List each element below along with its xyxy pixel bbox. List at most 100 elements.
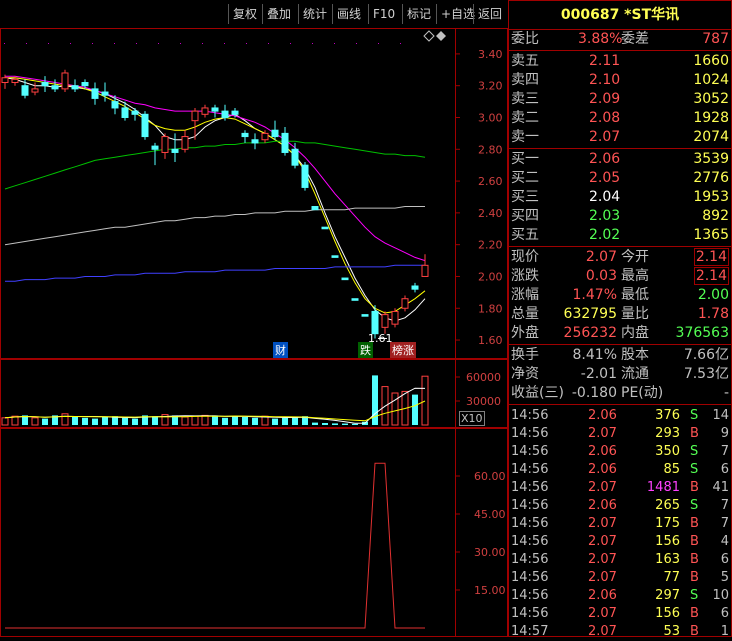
stat-value: 2.14 <box>693 267 729 285</box>
indicator-tick-label: 15.00 <box>474 584 506 597</box>
tick-price: 2.06 <box>588 408 617 423</box>
volume-bar <box>222 417 228 425</box>
ma-line-3 <box>4 140 426 190</box>
bid-price: 2.04 <box>589 189 621 205</box>
stat-label: 最高 <box>621 268 649 284</box>
grid-dot <box>224 43 225 44</box>
volume-bar <box>232 416 238 425</box>
stat-row: 涨幅 1.47% 最低 2.00 <box>508 286 732 305</box>
tick-row: 14:56 2.07 1481 B 41 <box>508 479 732 497</box>
ask-price: 2.10 <box>589 72 621 88</box>
tick-side: B <box>690 552 699 567</box>
tick-price: 2.07 <box>588 570 617 585</box>
tick-side: B <box>690 570 699 585</box>
y-tick-label: 2.60 <box>478 175 503 188</box>
divider <box>508 344 732 345</box>
tick-side: B <box>690 516 699 531</box>
tick-price: 2.06 <box>588 498 617 513</box>
volume-bar <box>212 415 218 425</box>
y-tick-label: 3.20 <box>478 80 503 93</box>
tick-volume: 376 <box>655 408 680 423</box>
tag-die[interactable]: 跌 <box>358 342 373 358</box>
volume-bar <box>61 413 69 426</box>
tick-price: 2.06 <box>588 588 617 603</box>
tick-side: S <box>690 462 699 477</box>
tick-time: 14:56 <box>511 408 549 423</box>
bid-label: 买四 <box>511 208 539 224</box>
ma-line-2 <box>5 75 426 262</box>
volume-tick-label: 60000 <box>466 371 501 384</box>
bid-row[interactable]: 买三 2.04 1953 <box>508 188 732 207</box>
stat-value: 2.07 <box>585 249 617 265</box>
ask-row[interactable]: 卖五 2.11 1660 <box>508 52 732 71</box>
tick-count: 5 <box>720 570 729 585</box>
grid-dot <box>92 43 93 44</box>
candle <box>241 130 249 143</box>
tick-side: B <box>690 480 699 495</box>
tick-count: 4 <box>720 534 729 549</box>
toolbar-button-5[interactable]: 标记 <box>402 4 435 24</box>
weibi-row: 委比 3.88% 委差 787 <box>508 30 732 49</box>
candle <box>311 206 319 211</box>
weibi-label: 委比 <box>511 31 539 47</box>
ask-row[interactable]: 卖一 2.07 2074 <box>508 128 732 147</box>
volume-bar <box>352 423 358 425</box>
grid-dot <box>136 43 137 44</box>
candle <box>291 142 299 169</box>
fundamental-value: - <box>723 385 729 401</box>
toolbar-button-0[interactable]: 复权 <box>228 4 261 24</box>
settings-diamond-icon[interactable] <box>423 30 435 42</box>
ask-row[interactable]: 卖三 2.09 3052 <box>508 90 732 109</box>
fundamental-value: 7.53亿 <box>683 366 729 382</box>
volume-bar <box>181 416 189 426</box>
candle <box>151 142 159 166</box>
y-tick-label: 1.80 <box>478 302 503 315</box>
tick-volume: 53 <box>663 624 680 639</box>
stat-value: 2.00 <box>697 287 729 303</box>
ask-volume: 2074 <box>693 129 729 145</box>
ask-row[interactable]: 卖二 2.08 1928 <box>508 109 732 128</box>
divider <box>508 50 732 51</box>
bid-label: 买三 <box>511 189 539 205</box>
bid-row[interactable]: 买四 2.03 892 <box>508 207 732 226</box>
fundamental-value: 7.66亿 <box>683 347 729 363</box>
y-tick-label: 2.80 <box>478 143 503 156</box>
tick-volume: 156 <box>655 534 680 549</box>
y-tick-label: 3.40 <box>478 48 503 61</box>
fundamental-label: 净资 <box>511 366 539 382</box>
indicator-chart[interactable]: 60.00 45.00 30.00 15.00 <box>0 428 508 637</box>
candle <box>61 69 69 93</box>
kline-chart[interactable]: 3.40 3.20 3.00 2.80 2.60 2.40 2.20 2.00 1.80 1.60 <box>0 28 508 359</box>
stock-title: 000687 *ST华讯 <box>560 7 680 23</box>
tick-time: 14:56 <box>511 426 549 441</box>
bid-row[interactable]: 买二 2.05 2776 <box>508 169 732 188</box>
candle <box>341 277 349 281</box>
candle <box>281 127 289 156</box>
tag-cai[interactable]: 财 <box>273 342 288 358</box>
toolbar-button-4[interactable]: F10 <box>368 4 399 24</box>
tick-volume: 175 <box>655 516 680 531</box>
tag-bang[interactable]: 榜涨 <box>390 342 416 358</box>
toolbar-button-2[interactable]: 统计 <box>298 4 331 24</box>
tick-volume: 265 <box>655 498 680 513</box>
tick-count: 1 <box>720 624 729 639</box>
fundamental-value: -0.180 <box>571 385 617 401</box>
fundamental-label: 收益(三) <box>511 385 564 401</box>
candle <box>71 79 79 93</box>
grid-dot <box>202 43 203 44</box>
bid-row[interactable]: 买一 2.06 3539 <box>508 150 732 169</box>
ask-row[interactable]: 卖四 2.10 1024 <box>508 71 732 90</box>
toolbar-button-3[interactable]: 画线 <box>332 4 365 24</box>
ma-line-4 <box>4 206 425 246</box>
window-control-icon[interactable] <box>436 31 446 41</box>
grid-dot <box>48 43 49 44</box>
tick-time: 14:57 <box>511 624 549 639</box>
volume-chart[interactable]: 60000 30000 <box>0 359 508 428</box>
fundamental-label: PE(动) <box>621 385 664 401</box>
toolbar-button-7[interactable]: 返回 <box>473 4 506 24</box>
grid-dot <box>378 43 379 44</box>
bid-price: 2.03 <box>589 208 621 224</box>
candle <box>361 314 369 317</box>
bid-row[interactable]: 买五 2.02 1365 <box>508 226 732 245</box>
toolbar-button-1[interactable]: 叠加 <box>262 4 295 24</box>
